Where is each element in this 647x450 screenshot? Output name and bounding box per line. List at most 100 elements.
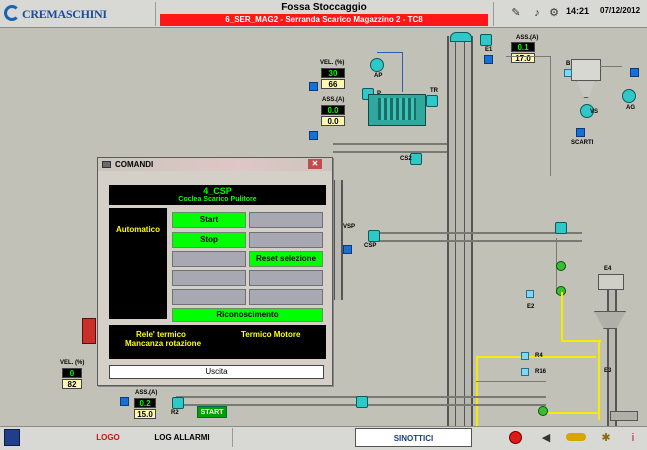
ass-right-label: ASS.(A)	[516, 35, 539, 41]
divider	[232, 428, 233, 447]
exit-door-icon[interactable]	[4, 429, 20, 446]
air-duct	[600, 66, 622, 67]
cleaner-sieve	[378, 98, 416, 120]
flag-icon[interactable]	[576, 128, 585, 137]
motor-tr-icon[interactable]	[426, 95, 438, 107]
wrench-icon[interactable]: ✎	[509, 6, 523, 20]
product-line	[561, 340, 601, 342]
ass-top-label: ASS.(A)	[322, 97, 345, 103]
ass-bottom-value: 0.2	[134, 398, 156, 408]
conveyor-cs2-bottom	[333, 151, 447, 153]
start-button[interactable]: Start	[172, 212, 246, 228]
duct	[506, 56, 550, 57]
start-r2-button[interactable]: START	[197, 406, 227, 418]
duct	[550, 56, 551, 176]
brand-name: CREMASCHINI	[22, 7, 107, 21]
page-title: Fossa Stoccaggio	[281, 2, 367, 13]
e3-foot	[610, 411, 638, 421]
air-line	[377, 52, 403, 53]
fault-thermal-relay: Rele' termico	[136, 330, 186, 339]
sensor-icon	[564, 69, 572, 77]
dialog-close-button[interactable]: ✕	[308, 159, 322, 169]
tag-r16: R16	[535, 369, 547, 375]
gear-icon[interactable]: ⚙	[547, 6, 561, 20]
window-icon	[102, 161, 111, 168]
speaker-icon[interactable]: ◀	[539, 431, 553, 445]
ass-bottom-label: ASS.(A)	[135, 390, 158, 396]
brand-logo-icon	[4, 5, 20, 21]
alarm-light-icon[interactable]	[509, 431, 522, 444]
info-icon[interactable]: i	[626, 431, 640, 445]
motor-csp-icon[interactable]	[368, 230, 380, 242]
screw-vsp[interactable]	[333, 180, 343, 300]
ass-right-setpoint: 17.0	[511, 53, 535, 63]
acknowledge-button[interactable]: Riconoscimento	[172, 308, 323, 322]
divider	[155, 2, 156, 26]
empty-button[interactable]	[249, 270, 323, 286]
flag-icon[interactable]	[343, 245, 352, 254]
ass-bottom-setpoint: 15.0	[134, 409, 156, 419]
vel-bottom-label: VEL. (%)	[60, 360, 85, 366]
empty-button[interactable]	[172, 289, 246, 305]
logo-button[interactable]: LOGO	[90, 428, 126, 447]
tag-r2: R2	[171, 410, 179, 416]
valve-icon[interactable]	[556, 261, 566, 271]
motor-e1-icon[interactable]	[480, 34, 492, 46]
elevator-head-icon	[450, 32, 472, 42]
motor-csp-end-icon[interactable]	[555, 222, 567, 234]
key-icon[interactable]	[566, 433, 586, 441]
empty-button[interactable]	[249, 212, 323, 228]
product-line	[561, 292, 563, 340]
fault-thermal-motor: Termico Motore	[241, 330, 301, 339]
tag-b: B	[566, 61, 571, 67]
empty-button[interactable]	[249, 232, 323, 248]
mode-status: Automatico	[116, 225, 160, 234]
ass-top-setpoint: 0.0	[321, 116, 345, 126]
ass-right-value: 0.1	[511, 42, 535, 52]
ass-top-value: 0.0	[321, 105, 345, 115]
product-line	[476, 356, 478, 426]
flag-icon[interactable]	[630, 68, 639, 77]
synoptics-button[interactable]: SINOTTICI	[355, 428, 472, 447]
elevator-e3[interactable]	[607, 290, 617, 426]
tag-vs: VS	[590, 109, 599, 115]
product-line	[546, 412, 600, 414]
device-code: 4_CSP	[203, 186, 232, 196]
stop-button[interactable]: Stop	[172, 232, 246, 248]
valve-icon[interactable]	[538, 406, 548, 416]
empty-button[interactable]	[172, 270, 246, 286]
fan-ap-icon[interactable]	[370, 58, 384, 72]
hopper-icon	[594, 311, 626, 329]
sound-muted-icon[interactable]: ♪	[530, 6, 544, 20]
empty-button[interactable]	[249, 289, 323, 305]
e4-head	[598, 274, 624, 290]
log-alarms-button[interactable]: LOG ALLARMI	[150, 428, 214, 447]
vel-top-setpoint: 66	[321, 79, 345, 89]
tag-cs2: CS2	[400, 156, 412, 162]
vel-bottom-setpoint: 82	[62, 379, 82, 389]
device-name: Coclea Scarico Pulitore	[178, 196, 257, 203]
conveyor-csp-top	[370, 232, 582, 234]
flag-icon[interactable]	[309, 82, 318, 91]
motor-icon[interactable]	[356, 396, 368, 408]
fault-rotation: Mancanza rotazione	[125, 339, 202, 348]
filter-b[interactable]	[571, 59, 601, 81]
active-alarm-banner[interactable]: 6_SER_MAG2 - Serranda Scarico Magazzino …	[160, 14, 488, 26]
empty-button[interactable]	[172, 251, 246, 267]
flag-icon[interactable]	[484, 55, 493, 64]
flag-icon[interactable]	[120, 397, 129, 406]
reset-selection-button[interactable]: Reset selezione	[249, 251, 323, 267]
sensor-icon	[526, 290, 534, 298]
tag-e2: E2	[527, 304, 535, 310]
product-line	[598, 340, 600, 420]
vel-top-label: VEL. (%)	[320, 60, 345, 66]
flag-icon[interactable]	[309, 131, 318, 140]
clock-date: 07/12/2012	[600, 6, 641, 15]
fan-ag-icon[interactable]	[622, 89, 636, 103]
lightbulb-icon[interactable]: ✱	[599, 431, 613, 445]
air-line	[402, 52, 403, 92]
tag-csp: CSP	[364, 243, 377, 249]
filter-hopper	[576, 80, 596, 98]
motor-r2-icon[interactable]	[172, 397, 184, 409]
exit-button[interactable]: Uscita	[109, 365, 324, 379]
